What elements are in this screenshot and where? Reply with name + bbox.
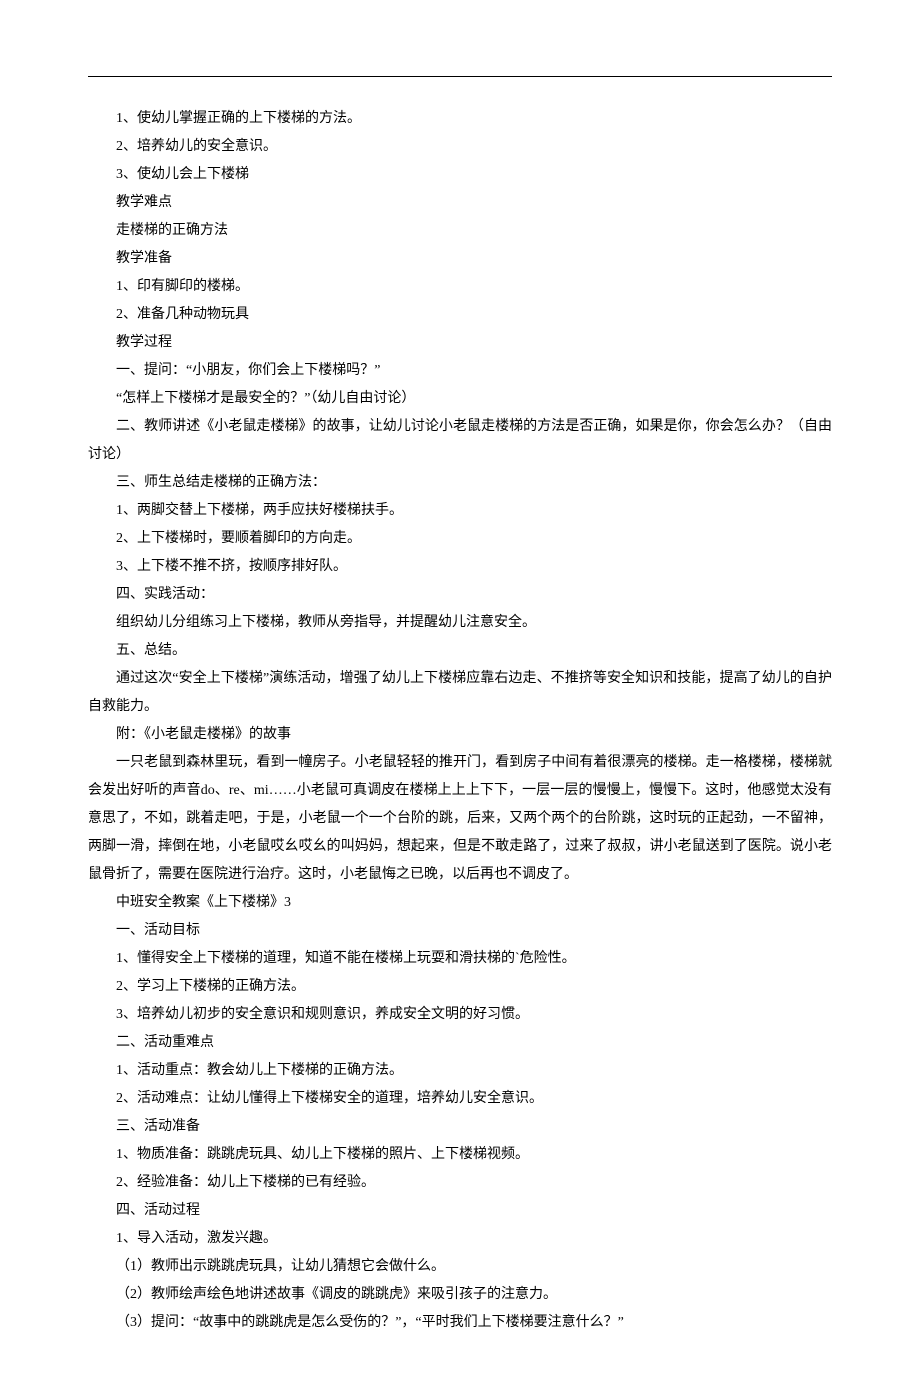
paragraph: 教学难点 — [88, 189, 832, 217]
paragraph: 通过这次“安全上下楼梯”演练活动，增强了幼儿上下楼梯应靠右边走、不推挤等安全知识… — [88, 665, 832, 721]
paragraph: （3）提问：“故事中的跳跳虎是怎么受伤的？”，“平时我们上下楼梯要注意什么？” — [88, 1309, 832, 1337]
paragraph: “怎样上下楼梯才是最安全的？”（幼儿自由讨论） — [88, 385, 832, 413]
paragraph: 3、上下楼不推不挤，按顺序排好队。 — [88, 553, 832, 581]
paragraph: 一只老鼠到森林里玩，看到一幢房子。小老鼠轻轻的推开门，看到房子中间有着很漂亮的楼… — [88, 749, 832, 889]
paragraph: 教学过程 — [88, 329, 832, 357]
paragraph: 附：《小老鼠走楼梯》的故事 — [88, 721, 832, 749]
paragraph: 二、活动重难点 — [88, 1029, 832, 1057]
paragraph: （1）教师出示跳跳虎玩具，让幼儿猜想它会做什么。 — [88, 1253, 832, 1281]
document-body: 1、使幼儿掌握正确的上下楼梯的方法。2、培养幼儿的安全意识。3、使幼儿会上下楼梯… — [88, 105, 832, 1337]
paragraph: 1、导入活动，激发兴趣。 — [88, 1225, 832, 1253]
paragraph: 1、两脚交替上下楼梯，两手应扶好楼梯扶手。 — [88, 497, 832, 525]
paragraph: 1、懂得安全上下楼梯的道理，知道不能在楼梯上玩耍和滑扶梯的`危险性。 — [88, 945, 832, 973]
paragraph: 2、培养幼儿的安全意识。 — [88, 133, 832, 161]
paragraph: 五、总结。 — [88, 637, 832, 665]
paragraph: 走楼梯的正确方法 — [88, 217, 832, 245]
paragraph: 组织幼儿分组练习上下楼梯，教师从旁指导，并提醒幼儿注意安全。 — [88, 609, 832, 637]
paragraph: 2、经验准备：幼儿上下楼梯的已有经验。 — [88, 1169, 832, 1197]
document-page: 1、使幼儿掌握正确的上下楼梯的方法。2、培养幼儿的安全意识。3、使幼儿会上下楼梯… — [0, 0, 920, 1377]
paragraph: 二、教师讲述《小老鼠走楼梯》的故事，让幼儿讨论小老鼠走楼梯的方法是否正确，如果是… — [88, 413, 832, 469]
paragraph: 教学准备 — [88, 245, 832, 273]
paragraph: 3、使幼儿会上下楼梯 — [88, 161, 832, 189]
paragraph: 1、印有脚印的楼梯。 — [88, 273, 832, 301]
paragraph: 三、师生总结走楼梯的正确方法： — [88, 469, 832, 497]
paragraph: 2、准备几种动物玩具 — [88, 301, 832, 329]
paragraph: 一、提问：“小朋友，你们会上下楼梯吗？” — [88, 357, 832, 385]
paragraph: （2）教师绘声绘色地讲述故事《调皮的跳跳虎》来吸引孩子的注意力。 — [88, 1281, 832, 1309]
paragraph: 四、活动过程 — [88, 1197, 832, 1225]
paragraph: 三、活动准备 — [88, 1113, 832, 1141]
top-divider — [88, 76, 832, 77]
paragraph: 一、活动目标 — [88, 917, 832, 945]
paragraph: 中班安全教案《上下楼梯》3 — [88, 889, 832, 917]
paragraph: 2、学习上下楼梯的正确方法。 — [88, 973, 832, 1001]
paragraph: 四、实践活动： — [88, 581, 832, 609]
paragraph: 3、培养幼儿初步的安全意识和规则意识，养成安全文明的好习惯。 — [88, 1001, 832, 1029]
paragraph: 1、物质准备：跳跳虎玩具、幼儿上下楼梯的照片、上下楼梯视频。 — [88, 1141, 832, 1169]
paragraph: 2、活动难点：让幼儿懂得上下楼梯安全的道理，培养幼儿安全意识。 — [88, 1085, 832, 1113]
paragraph: 2、上下楼梯时，要顺着脚印的方向走。 — [88, 525, 832, 553]
paragraph: 1、使幼儿掌握正确的上下楼梯的方法。 — [88, 105, 832, 133]
paragraph: 1、活动重点：教会幼儿上下楼梯的正确方法。 — [88, 1057, 832, 1085]
